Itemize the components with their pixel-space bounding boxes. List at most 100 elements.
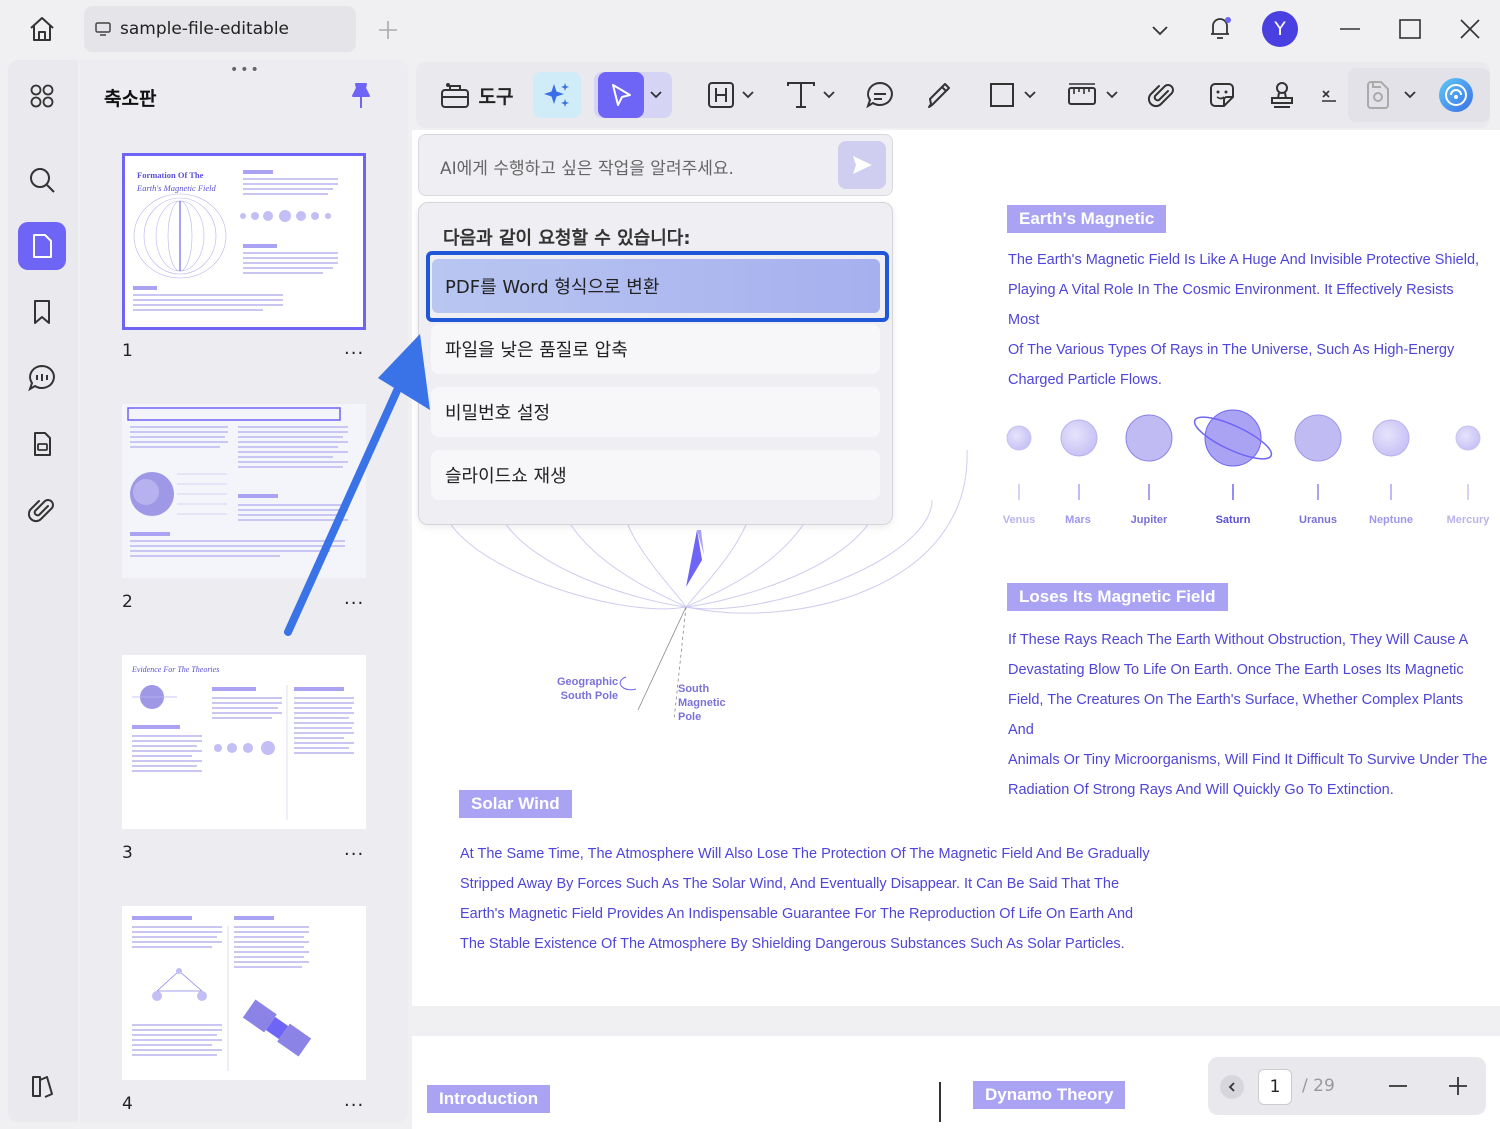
maximize-icon[interactable] <box>1390 9 1430 49</box>
tools-button[interactable]: 도구 <box>426 72 526 118</box>
minimize-icon[interactable] <box>1330 9 1370 49</box>
label-line: Pole <box>678 711 702 723</box>
thumb3-preview <box>132 685 354 820</box>
apps-grid-icon[interactable] <box>18 72 66 120</box>
ai-prompt-placeholder: AI에게 수행하고 싶은 작업을 알려주세요. <box>440 159 734 179</box>
suggestion-compress-file[interactable]: 파일을 낮은 품질로 압축 <box>431 324 880 374</box>
avatar-letter: Y <box>1274 18 1286 40</box>
thumb4-preview <box>132 916 312 1071</box>
rectangle-icon <box>990 83 1014 107</box>
ai-assistant-button[interactable] <box>1434 72 1478 118</box>
text-line: Stripped Away By Forces Such As The Sola… <box>460 876 1120 892</box>
suggestion-set-password[interactable]: 비밀번호 설정 <box>431 387 880 437</box>
page-more-button-4[interactable]: ... <box>344 1090 364 1111</box>
attachment-page-icon[interactable] <box>18 420 66 468</box>
toolbox-icon <box>439 80 471 110</box>
page-thumbnail-4[interactable] <box>122 906 366 1080</box>
new-tab-icon[interactable] <box>368 10 408 50</box>
chevron-down-icon[interactable] <box>1140 10 1180 50</box>
section1-text: The Earth's Magnetic Field Is Like A Hug… <box>1008 245 1488 395</box>
select-tool-group[interactable] <box>594 72 672 118</box>
save-icon <box>1367 81 1389 109</box>
planet-label-jupiter: Jupiter <box>1130 514 1168 526</box>
attach-tool[interactable] <box>1140 72 1184 118</box>
text-tool[interactable] <box>780 72 840 118</box>
page-divider <box>939 1082 941 1122</box>
ai-assistant-icon <box>1439 78 1473 112</box>
signature-icon <box>1322 90 1336 102</box>
signature-tool[interactable] <box>1316 72 1342 118</box>
close-icon[interactable] <box>1450 9 1490 49</box>
panel-resize-handle[interactable]: ••• <box>230 62 261 78</box>
section2-text: If These Rays Reach The Earth Without Ob… <box>1008 625 1488 805</box>
heading-tool[interactable] <box>700 72 760 118</box>
save-button[interactable] <box>1360 72 1420 118</box>
ai-sparkle-button[interactable] <box>533 72 581 118</box>
measure-tool[interactable] <box>1060 72 1124 118</box>
left-rail <box>8 60 78 1122</box>
notification-bell-icon[interactable] <box>1200 8 1240 48</box>
suggestions-title: 다음과 같이 요청할 수 있습니다: <box>443 228 691 249</box>
label-line: South Pole <box>560 690 619 702</box>
zoom-out-icon[interactable] <box>1386 1074 1410 1098</box>
panel-title: 축소판 <box>104 88 157 110</box>
comments-icon[interactable] <box>18 354 66 402</box>
page-number-4: 4 <box>122 1094 133 1114</box>
planet-label-neptune: Neptune <box>1369 514 1413 526</box>
previous-page-button[interactable] <box>1220 1075 1244 1099</box>
section3-text: At The Same Time, The Atmosphere Will Al… <box>460 839 1180 959</box>
suggestion-play-slideshow[interactable]: 슬라이드쇼 재생 <box>431 450 880 500</box>
tools-label: 도구 <box>478 85 514 108</box>
page-thumbnail-3[interactable]: Evidence For The Theories <box>122 655 366 829</box>
main-toolbar: 도구 <box>416 62 1490 128</box>
shape-tool[interactable] <box>982 72 1042 118</box>
text-line: At The Same Time, The Atmosphere Will Al… <box>460 846 1150 862</box>
home-icon[interactable] <box>22 9 62 49</box>
text-icon <box>787 82 815 108</box>
monitor-icon <box>94 20 112 38</box>
text-line: Radiation Of Strong Rays And Will Quickl… <box>1008 782 1394 798</box>
chevron-down-icon <box>1106 91 1118 99</box>
layers-icon[interactable] <box>18 1062 66 1110</box>
section-heading-solar-wind: Solar Wind <box>459 790 572 818</box>
page-more-button-3[interactable]: ... <box>344 839 364 860</box>
send-button[interactable] <box>838 141 886 189</box>
pin-icon[interactable] <box>348 82 374 110</box>
select-cursor-icon[interactable] <box>598 72 644 118</box>
stamp-tool[interactable] <box>1260 72 1304 118</box>
chevron-left-icon <box>1228 1082 1235 1092</box>
select-chevron-icon[interactable] <box>650 90 662 100</box>
text-line: Of The Various Types Of Rays in The Univ… <box>1008 342 1455 358</box>
pen-tool[interactable] <box>918 72 962 118</box>
page-number-2: 2 <box>122 592 133 612</box>
search-icon[interactable] <box>18 156 66 204</box>
bookmark-icon[interactable] <box>18 288 66 336</box>
text-line: The Earth's Magnetic Field Is Like A Hug… <box>1008 252 1480 268</box>
page-number-input[interactable]: 1 <box>1258 1069 1292 1105</box>
comment-tool[interactable] <box>858 72 902 118</box>
page-thumbnail-1[interactable]: Formation Of The Earth's Magnetic Field <box>122 153 366 330</box>
text-line: If These Rays Reach The Earth Without Ob… <box>1008 632 1469 648</box>
suggestion-convert-to-word[interactable]: PDF를 Word 형식으로 변환 <box>432 259 880 313</box>
planet-label-mars: Mars <box>1065 514 1091 526</box>
page-total: / 29 <box>1302 1076 1335 1096</box>
document-tab[interactable]: sample-file-editable <box>84 6 356 52</box>
thumbnails-icon[interactable] <box>18 222 66 270</box>
chevron-down-icon <box>823 91 835 99</box>
user-avatar[interactable]: Y <box>1262 11 1298 47</box>
text-line: Earth's Magnetic Field Provides An Indis… <box>460 906 1134 922</box>
paperclip-icon[interactable] <box>18 486 66 534</box>
sticker-tool[interactable] <box>1200 72 1244 118</box>
section-heading-loses-magnetic-field: Loses Its Magnetic Field <box>1007 583 1228 611</box>
chevron-down-icon <box>1024 91 1036 99</box>
thumb1-preview <box>133 170 338 311</box>
south-magnetic-pole-label: South Magnetic Pole <box>678 682 726 724</box>
label-line: Geographic <box>557 676 619 688</box>
page-number-1: 1 <box>122 341 133 361</box>
paperclip-icon <box>1147 84 1174 108</box>
section-heading-earths-magnetic: Earth's Magnetic <box>1007 205 1167 233</box>
sticker-icon <box>1210 83 1234 107</box>
zoom-in-icon[interactable] <box>1446 1074 1470 1098</box>
page-number-3: 3 <box>122 843 133 863</box>
label-line: Magnetic <box>678 697 726 709</box>
